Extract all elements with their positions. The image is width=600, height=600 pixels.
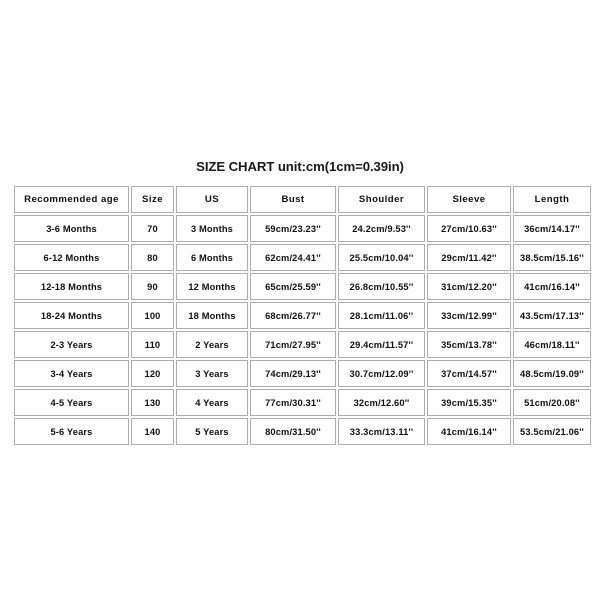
column-header: US <box>176 186 248 213</box>
table-cell: 90 <box>131 273 174 300</box>
table-row: 4-5 Years 130 4 Years 77cm/30.31'' 32cm/12.6… <box>14 389 591 416</box>
table-cell: 5 Years <box>176 418 248 445</box>
table-cell: 33.3cm/13.11'' <box>338 418 425 445</box>
table-cell: 4-5 Years <box>14 389 129 416</box>
table-cell: 3 Years <box>176 360 248 387</box>
table-cell: 24.2cm/9.53'' <box>338 215 425 242</box>
table-cell: 80 <box>131 244 174 271</box>
table-row: 12-18 Months 90 12 Months 65cm/25.59'' 26.8c… <box>14 273 591 300</box>
table-cell: 26.8cm/10.55'' <box>338 273 425 300</box>
table-cell: 74cm/29.13'' <box>250 360 336 387</box>
table-cell: 5-6 Years <box>14 418 129 445</box>
table-cell: 110 <box>131 331 174 358</box>
table-cell: 3 Months <box>176 215 248 242</box>
table-cell: 30.7cm/12.09'' <box>338 360 425 387</box>
table-cell: 77cm/30.31'' <box>250 389 336 416</box>
table-cell: 68cm/26.77'' <box>250 302 336 329</box>
table-cell: 65cm/25.59'' <box>250 273 336 300</box>
table-cell: 130 <box>131 389 174 416</box>
table-cell: 38.5cm/15.16'' <box>513 244 591 271</box>
column-header: Sleeve <box>427 186 511 213</box>
table-row: 3-4 Years 120 3 Years 74cm/29.13'' 30.7cm/12… <box>14 360 591 387</box>
table-cell: 36cm/14.17'' <box>513 215 591 242</box>
column-header: Recommended age <box>14 186 129 213</box>
table-cell: 59cm/23.23'' <box>250 215 336 242</box>
size-chart-container: SIZE CHART unit:cm(1cm=0.39in) Recommend… <box>0 0 600 600</box>
table-cell: 70 <box>131 215 174 242</box>
table-cell: 29cm/11.42'' <box>427 244 511 271</box>
table-cell: 71cm/27.95'' <box>250 331 336 358</box>
table-cell: 12-18 Months <box>14 273 129 300</box>
table-row: 18-24 Months 100 18 Months 68cm/26.77'' 28.1… <box>14 302 591 329</box>
table-cell: 62cm/24.41'' <box>250 244 336 271</box>
table-cell: 6 Months <box>176 244 248 271</box>
table-cell: 51cm/20.08'' <box>513 389 591 416</box>
size-chart-table: Recommended age Size US Bust Shoulder Sleeve L… <box>12 184 593 447</box>
table-cell: 3-6 Months <box>14 215 129 242</box>
column-header: Size <box>131 186 174 213</box>
table-row: 6-12 Months 80 6 Months 62cm/24.41'' 25.5cm/… <box>14 244 591 271</box>
table-cell: 120 <box>131 360 174 387</box>
table-cell: 3-4 Years <box>14 360 129 387</box>
table-row: 3-6 Months 70 3 Months 59cm/23.23'' 24.2cm/9… <box>14 215 591 242</box>
table-cell: 41cm/16.14'' <box>427 418 511 445</box>
table-cell: 48.5cm/19.09'' <box>513 360 591 387</box>
table-cell: 32cm/12.60'' <box>338 389 425 416</box>
table-cell: 18-24 Months <box>14 302 129 329</box>
table-cell: 37cm/14.57'' <box>427 360 511 387</box>
page-title: SIZE CHART unit:cm(1cm=0.39in) <box>196 159 404 174</box>
table-cell: 29.4cm/11.57'' <box>338 331 425 358</box>
table-cell: 25.5cm/10.04'' <box>338 244 425 271</box>
column-header: Shoulder <box>338 186 425 213</box>
table-cell: 33cm/12.99'' <box>427 302 511 329</box>
table-cell: 2 Years <box>176 331 248 358</box>
table-cell: 43.5cm/17.13'' <box>513 302 591 329</box>
table-cell: 12 Months <box>176 273 248 300</box>
table-cell: 6-12 Months <box>14 244 129 271</box>
table-cell: 27cm/10.63'' <box>427 215 511 242</box>
table-row: 2-3 Years 110 2 Years 71cm/27.95'' 29.4cm/11… <box>14 331 591 358</box>
table-cell: 53.5cm/21.06'' <box>513 418 591 445</box>
table-cell: 35cm/13.78'' <box>427 331 511 358</box>
table-cell: 18 Months <box>176 302 248 329</box>
table-cell: 100 <box>131 302 174 329</box>
table-cell: 31cm/12.20'' <box>427 273 511 300</box>
table-row: 5-6 Years 140 5 Years 80cm/31.50'' 33.3cm/13… <box>14 418 591 445</box>
table-cell: 140 <box>131 418 174 445</box>
table-cell: 2-3 Years <box>14 331 129 358</box>
table-cell: 4 Years <box>176 389 248 416</box>
column-header: Length <box>513 186 591 213</box>
table-cell: 46cm/18.11'' <box>513 331 591 358</box>
table-header-row: Recommended age Size US Bust Shoulder Sleeve L… <box>14 186 591 213</box>
table-cell: 39cm/15.35'' <box>427 389 511 416</box>
column-header: Bust <box>250 186 336 213</box>
table-cell: 41cm/16.14'' <box>513 273 591 300</box>
table-cell: 80cm/31.50'' <box>250 418 336 445</box>
table-cell: 28.1cm/11.06'' <box>338 302 425 329</box>
